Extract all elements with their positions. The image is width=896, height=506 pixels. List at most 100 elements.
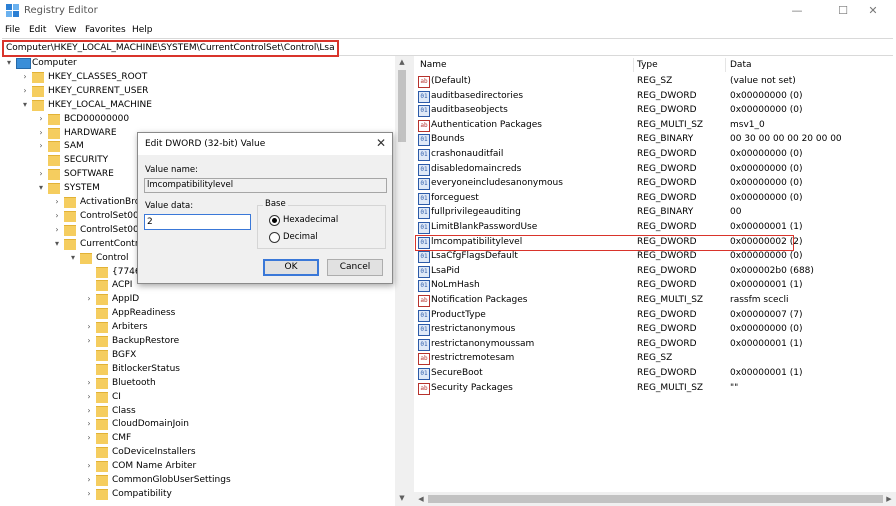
expand-arrow-icon[interactable]: › bbox=[52, 223, 62, 237]
expand-arrow-icon[interactable]: › bbox=[84, 459, 94, 473]
menu-help[interactable]: Help bbox=[132, 25, 153, 35]
value-name: fullprivilegeauditing bbox=[431, 207, 521, 218]
folder-icon bbox=[80, 252, 92, 264]
tree-item-label: HKEY_CURRENT_USER bbox=[48, 85, 149, 96]
column-header-name[interactable]: Name bbox=[420, 60, 447, 70]
expanded-arrow-icon[interactable]: ▾ bbox=[36, 181, 46, 195]
expand-arrow-icon[interactable]: › bbox=[36, 112, 46, 126]
tree-scroll-thumb[interactable] bbox=[398, 70, 406, 142]
menu-file[interactable]: File bbox=[5, 25, 20, 35]
value-row[interactable]: 01 everyoneincludesanonymous REG_DWORD 0x00… bbox=[414, 176, 894, 191]
binary-value-icon: 01 bbox=[418, 105, 430, 118]
decimal-radio[interactable] bbox=[269, 232, 280, 243]
string-value-icon: ab bbox=[418, 353, 430, 366]
value-row[interactable]: 01 LsaCfgFlagsDefault REG_DWORD 0x00000000 … bbox=[414, 249, 894, 264]
folder-icon bbox=[96, 280, 108, 292]
minimize-button[interactable]: — bbox=[774, 0, 820, 22]
values-list-pane[interactable]: Name Type Data ab (Default) REG_SZ (value n… bbox=[414, 56, 896, 506]
column-divider[interactable] bbox=[633, 58, 634, 72]
expand-arrow-icon[interactable]: › bbox=[52, 195, 62, 209]
hexadecimal-radio[interactable] bbox=[269, 215, 280, 226]
value-data: 0x00000000 (0) bbox=[730, 163, 803, 174]
folder-icon bbox=[96, 405, 108, 417]
expand-arrow-icon[interactable]: › bbox=[20, 84, 30, 98]
binary-value-icon: 01 bbox=[418, 324, 430, 337]
scroll-up-arrow-icon[interactable]: ▲ bbox=[395, 56, 409, 68]
tree-item-label: BackupRestore bbox=[112, 336, 180, 346]
value-row[interactable]: ab Authentication Packages REG_MULTI_SZ msv… bbox=[414, 118, 894, 132]
expand-arrow-icon[interactable]: › bbox=[36, 126, 46, 140]
tree-item-label: Control bbox=[96, 252, 129, 263]
expand-arrow-icon[interactable]: › bbox=[84, 473, 94, 487]
value-data: 0x00000000 (0) bbox=[730, 251, 803, 262]
expand-arrow-icon[interactable]: › bbox=[84, 292, 94, 306]
value-type: REG_DWORD bbox=[637, 105, 697, 116]
value-row[interactable]: 01 NoLmHash REG_DWORD 0x00000001 (1) bbox=[414, 278, 894, 293]
value-row[interactable]: 01 fullprivilegeauditing REG_BINARY 00 bbox=[414, 205, 894, 220]
menu-edit[interactable]: Edit bbox=[29, 25, 46, 35]
column-header-data[interactable]: Data bbox=[730, 60, 752, 70]
value-row[interactable]: 01 forceguest REG_DWORD 0x00000000 (0) bbox=[414, 191, 894, 205]
value-row[interactable]: 01 crashonauditfail REG_DWORD 0x00000000 (0… bbox=[414, 147, 894, 161]
expand-arrow-icon[interactable]: › bbox=[36, 139, 46, 153]
expand-arrow-icon[interactable]: › bbox=[84, 487, 94, 501]
expand-arrow-icon[interactable]: › bbox=[84, 334, 94, 348]
value-row[interactable]: 01 LsaPid REG_DWORD 0x000002b0 (688) bbox=[414, 264, 894, 278]
value-row[interactable]: 01 LimitBlankPasswordUse REG_DWORD 0x000000… bbox=[414, 220, 894, 234]
value-row[interactable]: 01 Bounds REG_BINARY 00 30 00 00 00 20 00 0… bbox=[414, 132, 894, 147]
value-name: crashonauditfail bbox=[431, 149, 504, 159]
expanded-arrow-icon[interactable]: ▾ bbox=[68, 251, 78, 265]
value-row[interactable]: ab (Default) REG_SZ (value not set) bbox=[414, 74, 894, 88]
value-row[interactable]: ab Notification Packages REG_MULTI_SZ rassf… bbox=[414, 293, 894, 307]
address-bar[interactable]: Computer\HKEY_LOCAL_MACHINE\SYSTEM\Curre… bbox=[2, 38, 893, 57]
values-scroll-thumb[interactable] bbox=[428, 495, 883, 503]
dialog-close-icon[interactable]: ✕ bbox=[376, 136, 386, 150]
hexadecimal-label[interactable]: Hexadecimal bbox=[283, 215, 338, 225]
expand-arrow-icon[interactable]: › bbox=[84, 376, 94, 390]
expand-arrow-icon[interactable]: › bbox=[84, 404, 94, 418]
value-row[interactable]: ab restrictremotesam REG_SZ bbox=[414, 351, 894, 366]
cancel-button[interactable]: Cancel bbox=[327, 259, 383, 276]
column-divider[interactable] bbox=[725, 58, 726, 72]
value-row[interactable]: 01 restrictanonymoussam REG_DWORD 0x0000000… bbox=[414, 337, 894, 351]
menu-view[interactable]: View bbox=[55, 25, 76, 35]
value-type: REG_BINARY bbox=[637, 207, 694, 218]
value-row[interactable]: 01 ProductType REG_DWORD 0x00000007 (7) bbox=[414, 308, 894, 322]
menu-favorites[interactable]: Favorites bbox=[85, 25, 126, 35]
expand-arrow-icon[interactable]: › bbox=[84, 417, 94, 431]
value-row[interactable]: 01 restrictanonymous REG_DWORD 0x00000000 (… bbox=[414, 322, 894, 337]
scroll-left-arrow-icon[interactable]: ◀ bbox=[414, 493, 428, 505]
scroll-right-arrow-icon[interactable]: ▶ bbox=[882, 493, 896, 505]
close-button[interactable]: ✕ bbox=[850, 0, 896, 22]
ok-button[interactable]: OK bbox=[263, 259, 319, 276]
expanded-arrow-icon[interactable]: ▾ bbox=[4, 56, 14, 70]
column-header-type[interactable]: Type bbox=[637, 60, 658, 70]
expanded-arrow-icon[interactable]: ▾ bbox=[52, 237, 62, 251]
tree-item-label: Computer bbox=[32, 58, 77, 68]
value-row[interactable]: ab Security Packages REG_MULTI_SZ "" bbox=[414, 381, 894, 395]
value-type: REG_DWORD bbox=[637, 251, 697, 262]
expanded-arrow-icon[interactable]: ▾ bbox=[20, 98, 30, 112]
folder-icon bbox=[96, 363, 108, 375]
expand-arrow-icon[interactable]: › bbox=[52, 209, 62, 223]
value-row[interactable]: 01 auditbasedirectories REG_DWORD 0x0000000… bbox=[414, 89, 894, 103]
value-data-input[interactable]: 2 bbox=[144, 214, 251, 230]
tree-item-label: HKEY_CLASSES_ROOT bbox=[48, 71, 148, 82]
expand-arrow-icon[interactable]: › bbox=[84, 320, 94, 334]
value-type: REG_MULTI_SZ bbox=[637, 119, 704, 130]
value-data: msv1_0 bbox=[730, 119, 765, 130]
value-row[interactable]: 01 SecureBoot REG_DWORD 0x00000001 (1) bbox=[414, 366, 894, 380]
scroll-down-arrow-icon[interactable]: ▼ bbox=[395, 492, 409, 504]
window-title: Registry Editor bbox=[24, 5, 98, 16]
value-row[interactable]: 01 auditbaseobjects REG_DWORD 0x00000000 (0… bbox=[414, 103, 894, 118]
tree-item-label: ACPI bbox=[112, 280, 133, 291]
expand-arrow-icon[interactable]: › bbox=[84, 431, 94, 445]
address-path[interactable]: Computer\HKEY_LOCAL_MACHINE\SYSTEM\Curre… bbox=[2, 40, 339, 57]
expand-arrow-icon[interactable]: › bbox=[84, 390, 94, 404]
value-data: 0x00000000 (0) bbox=[730, 90, 803, 101]
decimal-label[interactable]: Decimal bbox=[283, 232, 318, 242]
value-data-label: Value data: bbox=[145, 201, 194, 211]
expand-arrow-icon[interactable]: › bbox=[36, 167, 46, 181]
value-row[interactable]: 01 disabledomaincreds REG_DWORD 0x00000000 … bbox=[414, 162, 894, 176]
expand-arrow-icon[interactable]: › bbox=[20, 70, 30, 84]
